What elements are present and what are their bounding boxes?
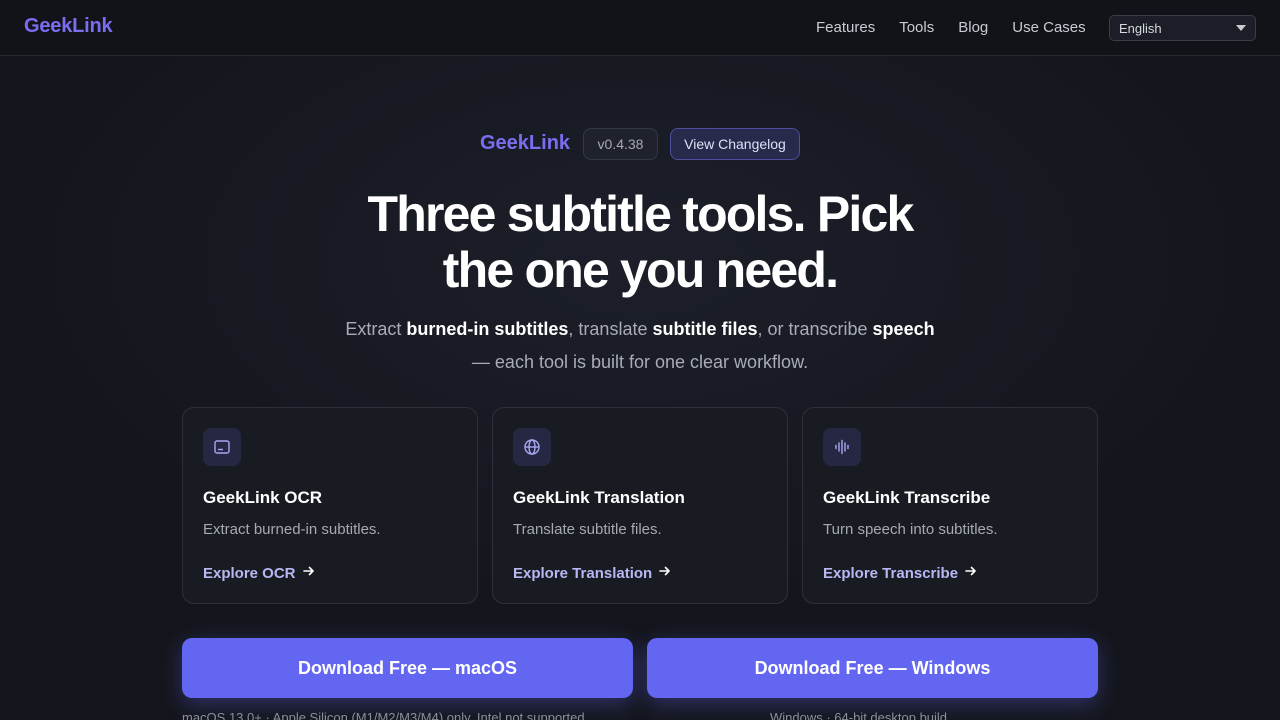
macos-requirements-note: macOS 13.0+ · Apple Silicon (M1/M2/M3/M4… bbox=[182, 710, 585, 720]
logo[interactable]: GeekLink bbox=[24, 15, 113, 38]
nav-link-features[interactable]: Features bbox=[816, 19, 875, 36]
card-title: GeekLink Transcribe bbox=[823, 488, 991, 507]
audio-waveform-icon bbox=[823, 428, 861, 466]
card-link-label: Explore Translation bbox=[513, 564, 653, 582]
nav-link-use-cases[interactable]: Use Cases bbox=[1012, 19, 1085, 36]
arrow-right-icon bbox=[964, 564, 978, 582]
nav-links: Features Tools Blog Use Cases bbox=[816, 19, 1110, 36]
arrow-right-icon bbox=[658, 564, 672, 582]
sub-text-2: , translate bbox=[568, 319, 653, 339]
sub-bold-3: speech bbox=[872, 319, 935, 339]
globe-icon bbox=[513, 428, 551, 466]
explore-transcribe-link[interactable]: Explore Transcribe bbox=[823, 564, 978, 582]
sub-text-1: Extract bbox=[345, 319, 407, 339]
subtitle-screen-icon bbox=[203, 428, 241, 466]
chevron-down-icon bbox=[1236, 25, 1246, 31]
card-title: GeekLink OCR bbox=[203, 488, 323, 507]
card-description: Extract burned-in subtitles. bbox=[203, 521, 381, 538]
view-changelog-button[interactable]: View Changelog bbox=[670, 128, 800, 160]
download-windows-button[interactable]: Download Free — Windows bbox=[647, 638, 1098, 698]
sub-text-4: — each tool is built for one clear workf… bbox=[471, 352, 809, 372]
card-title: GeekLink Translation bbox=[513, 488, 685, 507]
nav-link-tools[interactable]: Tools bbox=[899, 19, 934, 36]
download-macos-button[interactable]: Download Free — macOS bbox=[182, 638, 633, 698]
card-description: Turn speech into subtitles. bbox=[823, 521, 998, 538]
hero-subtitle: Extract burned-in subtitles, translate s… bbox=[330, 313, 950, 379]
windows-requirements-note: Windows · 64-bit desktop build bbox=[770, 710, 948, 720]
headline-line-1: Three subtitle tools. Pick bbox=[367, 186, 915, 242]
headline-line-2: the one you need. bbox=[442, 242, 839, 298]
language-select[interactable]: English bbox=[1109, 15, 1256, 41]
sub-text-3: , or transcribe bbox=[757, 319, 873, 339]
sub-bold-2: subtitle files bbox=[652, 319, 758, 339]
brand-row: GeekLink v0.4.38 View Changelog bbox=[0, 128, 1280, 160]
card-description: Translate subtitle files. bbox=[513, 521, 662, 538]
card-link-label: Explore Transcribe bbox=[823, 564, 959, 582]
sub-bold-1: burned-in subtitles bbox=[406, 319, 569, 339]
explore-ocr-link[interactable]: Explore OCR bbox=[203, 564, 316, 582]
tool-card-translation[interactable]: GeekLink Translation Translate subtitle … bbox=[492, 407, 788, 604]
page-title: Three subtitle tools. Pick the one you n… bbox=[340, 186, 940, 298]
language-select-value: English bbox=[1119, 21, 1162, 36]
explore-translation-link[interactable]: Explore Translation bbox=[513, 564, 672, 582]
top-navbar: GeekLink Features Tools Blog Use Cases E… bbox=[0, 0, 1280, 56]
tool-card-transcribe[interactable]: GeekLink Transcribe Turn speech into sub… bbox=[802, 407, 1098, 604]
nav-link-blog[interactable]: Blog bbox=[958, 19, 988, 36]
hero-brand: GeekLink bbox=[480, 132, 571, 154]
tool-card-ocr[interactable]: GeekLink OCR Extract burned-in subtitles… bbox=[182, 407, 478, 604]
card-link-label: Explore OCR bbox=[203, 564, 296, 582]
arrow-right-icon bbox=[302, 564, 316, 582]
version-badge: v0.4.38 bbox=[583, 128, 658, 160]
